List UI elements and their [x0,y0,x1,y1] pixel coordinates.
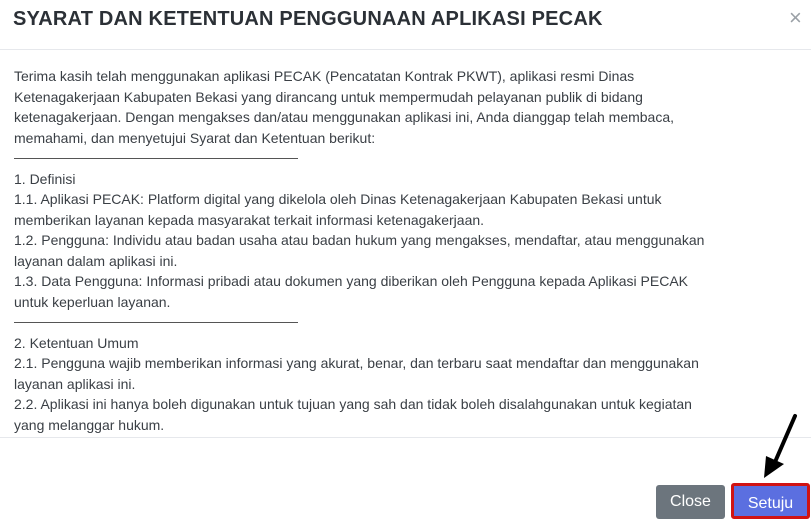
definition-line: 1.2. Pengguna: Individu atau badan usaha… [14,232,705,248]
definition-line: untuk keperluan layanan. [14,293,171,310]
rule-line: 2.2. Aplikasi ini hanya boleh digunakan … [14,396,692,412]
intro-line: ketenagakerjaan. Dengan mengakses dan/at… [14,109,675,125]
definition-line: memberikan layanan kepada masyarakat ter… [14,211,485,228]
dialog-header: SYARAT DAN KETENTUAN PENGGUNAAN APLIKASI… [0,0,811,50]
definition-line: 1.1. Aplikasi PECAK: Platform digital ya… [14,191,662,207]
intro-line: memahami, dan menyetujui Syarat dan Kete… [14,129,376,146]
dialog-body[interactable]: Terima kasih telah menggunakan aplikasi … [0,50,811,437]
intro-line: Terima kasih telah menggunakan aplikasi … [14,68,635,84]
dialog-footer: Close Setuju [0,437,811,519]
terms-content: Terima kasih telah menggunakan aplikasi … [14,66,799,435]
agree-button[interactable]: Setuju [731,483,810,519]
intro-line: Ketenagakerjaan Kabupaten Bekasi yang di… [14,88,643,105]
rule-line: 2.1. Pengguna wajib memberikan informasi… [14,355,699,371]
definition-line: layanan dalam aplikasi ini. [14,252,178,269]
section-title: 2. Ketentuan Umum [14,334,139,351]
rule-line: yang melanggar hukum. [14,416,165,433]
rule-line: layanan aplikasi ini. [14,375,136,392]
close-button[interactable]: Close [656,485,725,519]
section-title: 1. Definisi [14,170,76,187]
separator [14,312,799,333]
separator [14,148,799,169]
definition-line: 1.3. Data Pengguna: Informasi pribadi at… [14,273,689,289]
dialog-title: SYARAT DAN KETENTUAN PENGGUNAAN APLIKASI… [13,8,603,30]
close-icon[interactable]: × [789,4,802,32]
